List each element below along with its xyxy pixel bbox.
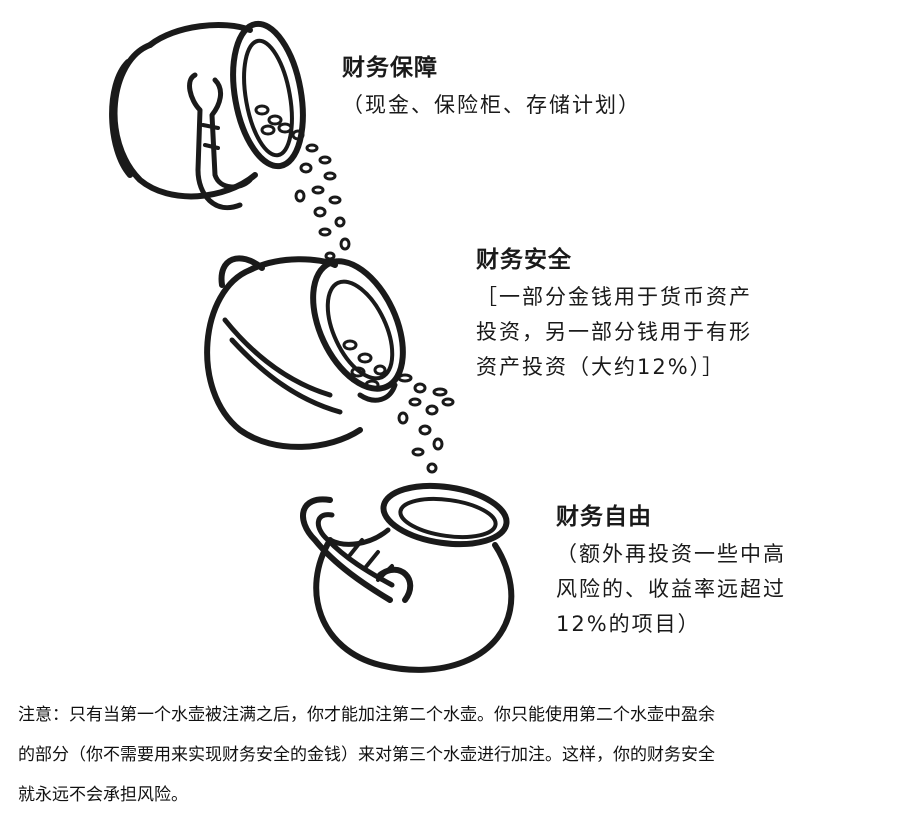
jug-label-line: 12%的项目） bbox=[556, 612, 701, 636]
jug-label-financial-security: 财务保障 （现金、保险柜、存储计划） bbox=[342, 48, 641, 123]
jug-1-drawing bbox=[109, 20, 306, 210]
note-line: 注意：只有当第一个水壶被注满之后，你才能加注第二个水壶。你只能使用第二个水壶中盈… bbox=[18, 705, 715, 725]
jug-3-drawing bbox=[300, 482, 515, 673]
note-line: 就永远不会承担风险。 bbox=[18, 785, 188, 805]
jug-label-line: 资产投资（大约12%）］ bbox=[476, 355, 726, 379]
note-paragraph: 注意：只有当第一个水壶被注满之后，你才能加注第二个水壶。你只能使用第二个水壶中盈… bbox=[18, 695, 903, 815]
jug-label-line: 风险的、收益率远超过 bbox=[556, 577, 786, 601]
jug-label-title: 财务安全 bbox=[476, 247, 572, 273]
jug-label-line: ［一部分金钱用于货币资产 bbox=[476, 285, 752, 309]
jug-label-financial-freedom: 财务自由 （额外再投资一些中高 风险的、收益率远超过 12%的项目） bbox=[556, 497, 786, 642]
jug-label-line: （额外再投资一些中高 bbox=[556, 542, 786, 566]
jug-label-line: （现金、保险柜、存储计划） bbox=[342, 93, 641, 117]
coin-stream-2 bbox=[397, 373, 455, 474]
jug-label-title: 财务保障 bbox=[342, 55, 438, 81]
jug-2-drawing bbox=[204, 255, 406, 450]
note-line: 的部分（你不需要用来实现财务安全的金钱）来对第三个水壶进行加注。这样，你的财务安… bbox=[18, 745, 715, 765]
jug-label-financial-safety: 财务安全 ［一部分金钱用于货币资产 投资，另一部分钱用于有形 资产投资（大约12… bbox=[476, 240, 752, 385]
jug-label-title: 财务自由 bbox=[556, 504, 652, 530]
jug-label-line: 投资，另一部分钱用于有形 bbox=[476, 320, 752, 344]
coin-stream-1 bbox=[294, 143, 351, 261]
